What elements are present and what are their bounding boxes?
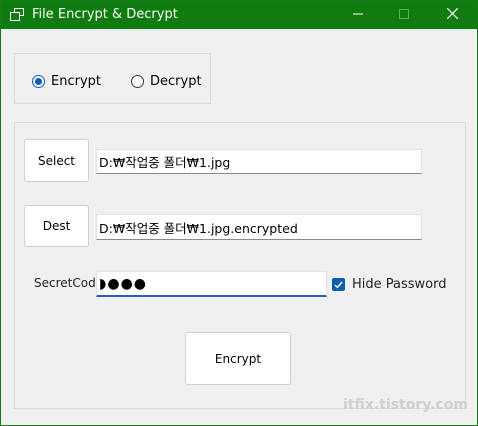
destination-path-field[interactable]: D:₩작업중 폴더₩1.jpg.encrypted — [96, 214, 422, 240]
decrypt-radio-label: Decrypt — [150, 74, 202, 89]
radio-selected-icon — [32, 75, 45, 88]
radio-unselected-icon — [131, 75, 144, 88]
app-window: File Encrypt & Decrypt Encrypt Decrypt S… — [0, 0, 478, 426]
minimize-icon — [353, 8, 363, 22]
watermark-text: itfix.tistory.com — [343, 397, 468, 413]
mode-groupbox: Encrypt Decrypt — [14, 53, 211, 104]
hide-password-label: Hide Password — [352, 277, 447, 292]
encrypt-button[interactable]: Encrypt — [185, 332, 291, 385]
encrypt-radio-label: Encrypt — [51, 74, 101, 89]
secret-code-label: SecretCode — [34, 276, 104, 290]
select-file-button[interactable]: Select — [24, 139, 89, 182]
hide-password-checkbox[interactable]: Hide Password — [332, 277, 447, 292]
minimize-button[interactable] — [335, 1, 381, 29]
source-path-field[interactable]: D:₩작업중 폴더₩1.jpg — [96, 149, 422, 174]
maximize-button[interactable] — [381, 1, 427, 29]
maximize-icon — [399, 8, 409, 22]
close-icon — [446, 7, 458, 22]
window-title: File Encrypt & Decrypt — [32, 7, 178, 22]
encrypt-radio[interactable]: Encrypt — [32, 74, 101, 89]
secret-code-input[interactable]: ◗●●● — [96, 271, 327, 297]
decrypt-radio[interactable]: Decrypt — [131, 74, 202, 89]
destination-button[interactable]: Dest — [24, 205, 89, 247]
window-icon — [10, 8, 24, 21]
close-button[interactable] — [429, 1, 475, 29]
checkmark-icon — [332, 278, 345, 291]
title-bar[interactable]: File Encrypt & Decrypt — [1, 1, 477, 29]
